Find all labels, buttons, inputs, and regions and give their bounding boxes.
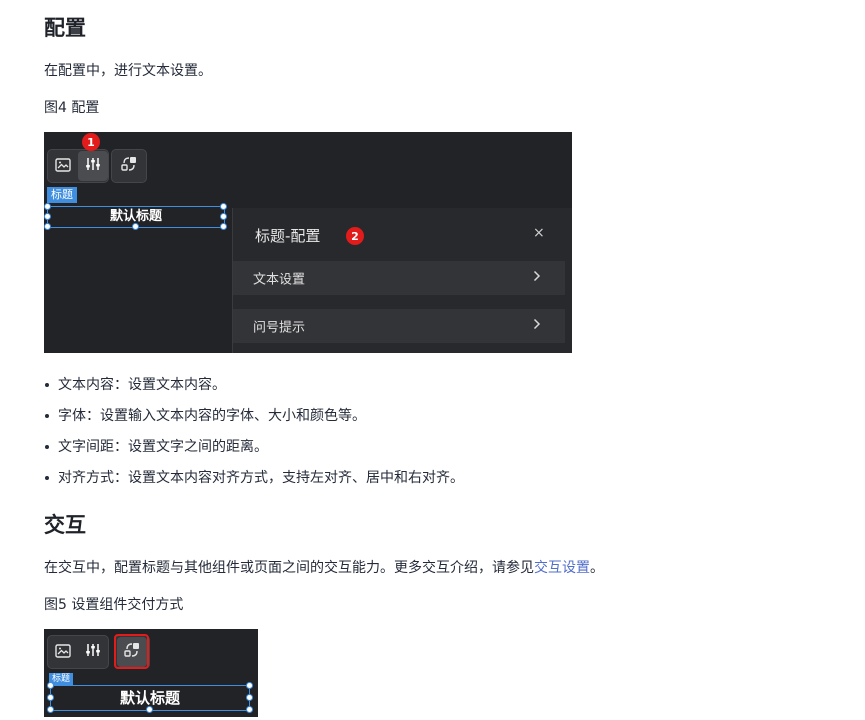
image-icon xyxy=(55,643,71,662)
step-badge-2: 2 xyxy=(346,227,364,245)
resize-handle[interactable] xyxy=(246,682,253,689)
panel-title: 标题-配置 xyxy=(255,227,321,245)
resize-handle[interactable] xyxy=(44,223,51,230)
config-button[interactable] xyxy=(78,637,108,667)
section-heading-config: 配置 xyxy=(44,16,86,40)
toolbar-left-group xyxy=(47,635,109,669)
toolbar-left-group xyxy=(47,149,109,183)
resize-handle[interactable] xyxy=(220,223,227,230)
figure4-screenshot: 1 标题 默认标题 标题-配置 2 × 文本设置 问号提示 xyxy=(44,132,572,353)
chevron-right-icon xyxy=(533,270,541,286)
resize-handle[interactable] xyxy=(44,213,51,220)
figure5-caption: 图5 设置组件交付方式 xyxy=(44,597,184,613)
list-item: 文字间距：设置文字之间的距离。 xyxy=(44,437,464,468)
highlight-box xyxy=(114,634,149,669)
config-button[interactable] xyxy=(78,151,108,181)
toolbar-right-group xyxy=(111,149,147,183)
list-item: 对齐方式：设置文本内容对齐方式，支持左对齐、居中和右对齐。 xyxy=(44,468,464,499)
intro-text: 在交互中，配置标题与其他组件或页面之间的交互能力。更多交互介绍，请参见 xyxy=(44,560,534,576)
sliders-icon xyxy=(85,156,101,176)
resize-handle[interactable] xyxy=(246,694,253,701)
resize-handle[interactable] xyxy=(220,203,227,210)
config-intro: 在配置中，进行文本设置。 xyxy=(44,63,212,79)
row-label: 问号提示 xyxy=(253,320,306,336)
interaction-settings-link[interactable]: 交互设置 xyxy=(534,560,590,576)
step-badge-1: 1 xyxy=(82,133,100,151)
resize-handle[interactable] xyxy=(220,213,227,220)
list-item: 字体：设置输入文本内容的字体、大小和颜色等。 xyxy=(44,406,464,437)
panel-row-tooltip[interactable]: 问号提示 xyxy=(233,309,565,343)
section-heading-interaction: 交互 xyxy=(44,513,86,537)
chevron-right-icon xyxy=(533,318,541,334)
resize-handle[interactable] xyxy=(132,223,139,230)
resize-handle[interactable] xyxy=(246,706,253,713)
row-label: 文本设置 xyxy=(253,272,306,288)
resize-handle[interactable] xyxy=(44,203,51,210)
panel-row-text-settings[interactable]: 文本设置 xyxy=(233,261,565,295)
interaction-intro: 在交互中，配置标题与其他组件或页面之间的交互能力。更多交互介绍，请参见交互设置。 xyxy=(44,558,604,578)
sliders-icon xyxy=(85,642,101,662)
figure4-caption: 图4 配置 xyxy=(44,100,100,116)
intro-suffix: 。 xyxy=(590,560,604,576)
component-tag: 标题 xyxy=(47,187,77,203)
interaction-icon xyxy=(120,155,138,177)
resize-handle[interactable] xyxy=(47,706,54,713)
close-icon[interactable]: × xyxy=(533,225,545,241)
resize-handle[interactable] xyxy=(47,682,54,689)
interaction-button[interactable] xyxy=(114,151,144,181)
config-panel: 标题-配置 2 × 文本设置 问号提示 xyxy=(232,208,572,353)
style-button[interactable] xyxy=(48,151,78,181)
style-button[interactable] xyxy=(48,637,78,667)
image-icon xyxy=(55,157,71,176)
resize-handle[interactable] xyxy=(146,706,153,713)
resize-handle[interactable] xyxy=(47,694,54,701)
config-options-list: 文本内容：设置文本内容。 字体：设置输入文本内容的字体、大小和颜色等。 文字间距… xyxy=(44,375,464,499)
list-item: 文本内容：设置文本内容。 xyxy=(44,375,464,406)
figure5-screenshot: 标题 默认标题 xyxy=(44,629,258,717)
